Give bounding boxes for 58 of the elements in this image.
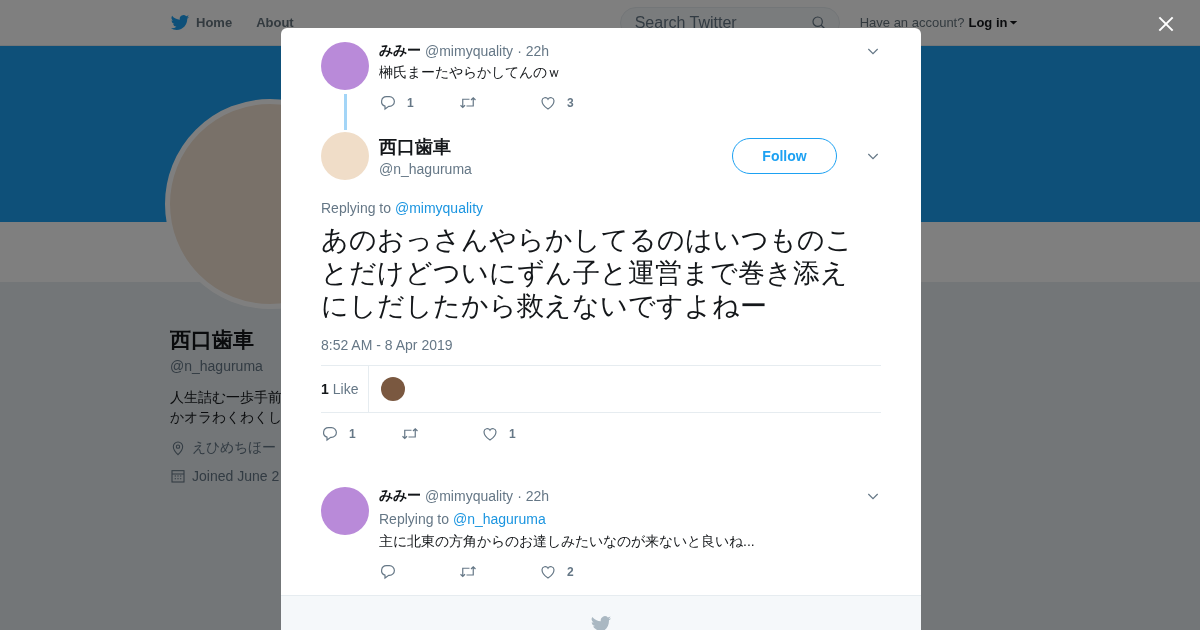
author-handle: @mimyquality xyxy=(425,43,514,59)
bio-text: かオラわくわくし xyxy=(170,409,283,427)
separator-dot: · xyxy=(517,488,522,504)
avatar[interactable] xyxy=(321,42,369,90)
bio-text: 人生詰む一歩手前 xyxy=(170,389,283,407)
thread-line xyxy=(343,94,347,130)
tweet-time[interactable]: 22h xyxy=(525,43,550,59)
location-text: えひめちほー xyxy=(192,439,276,457)
tweet-time[interactable]: 22h xyxy=(525,488,550,504)
close-button[interactable] xyxy=(1156,14,1176,34)
tweet-text: 榊氏まーたやらかしてんのｗ xyxy=(379,63,562,82)
action-count: 3 xyxy=(567,96,574,110)
like-button[interactable]: 2 xyxy=(539,563,619,581)
search-icon xyxy=(810,14,827,31)
reply-button[interactable]: 1 xyxy=(379,94,459,112)
like-icon xyxy=(481,425,499,443)
mention-link[interactable]: @mimyquality xyxy=(394,200,484,216)
tweet-text: 主に北東の方角からのお達しみたいなのが来ないと良いね... xyxy=(379,532,756,551)
bird-icon xyxy=(590,614,612,630)
like-icon xyxy=(539,563,557,581)
reply-icon xyxy=(379,563,397,581)
joined-date: Joined June 2 xyxy=(192,468,280,484)
author-name: 西口歯車 xyxy=(379,136,452,159)
like-button[interactable]: 1 xyxy=(481,425,561,443)
close-icon xyxy=(1156,14,1176,34)
avatar[interactable] xyxy=(321,487,369,535)
location-pin-icon xyxy=(170,440,186,456)
author-name: みみー xyxy=(379,42,421,60)
caret-icon xyxy=(1009,18,1019,27)
nav-link[interactable]: Home xyxy=(170,12,233,33)
profile-handle: @n_haguruma xyxy=(170,358,264,374)
like-button[interactable]: 3 xyxy=(539,94,619,112)
like-icon xyxy=(539,94,557,112)
follow-button[interactable]: Follow xyxy=(732,138,837,174)
action-count: 1 xyxy=(349,427,356,441)
separator-dot: · xyxy=(517,43,522,59)
likes-stat[interactable]: 1 Like xyxy=(321,366,370,412)
tweet-text: あのおっさんやらかしてるのはいつものことだけどついにずん子と運営まで巻き添えにしだしたから救えないですよねー xyxy=(321,224,854,323)
liker-avatar[interactable] xyxy=(381,377,406,401)
login-link[interactable]: Log in xyxy=(968,15,1019,30)
action-count: 2 xyxy=(567,565,574,579)
profile-name: 西口歯車 xyxy=(170,327,255,353)
account-prompt: Have an account? xyxy=(859,15,965,30)
reply-icon xyxy=(379,94,397,112)
author-handle: @n_haguruma xyxy=(379,161,472,177)
bird-icon xyxy=(170,12,190,33)
nav-link[interactable]: About xyxy=(256,15,294,30)
reply-icon xyxy=(321,425,339,443)
author-name: みみー xyxy=(379,487,421,505)
replying-label: Replying to xyxy=(321,200,393,216)
reply-button[interactable]: 1 xyxy=(321,425,401,443)
mention-link[interactable]: @n_haguruma xyxy=(452,511,546,527)
tweet-timestamp[interactable]: 8:52 AM - 8 Apr 2019 xyxy=(321,337,881,353)
action-count: 1 xyxy=(509,427,516,441)
author-handle: @mimyquality xyxy=(425,488,514,504)
calendar-icon xyxy=(170,468,186,484)
replying-label: Replying to xyxy=(379,511,451,527)
action-count: 1 xyxy=(407,96,414,110)
